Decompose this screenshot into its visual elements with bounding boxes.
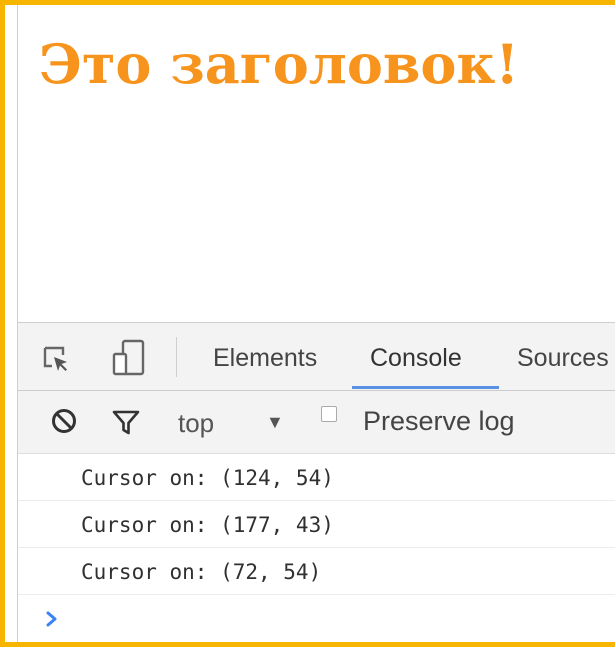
preserve-log-label[interactable]: Preserve log — [363, 406, 515, 436]
prompt-chevron-icon — [45, 609, 59, 629]
console-prompt[interactable] — [18, 595, 615, 642]
console-message: Cursor on: (124, 54) — [18, 454, 615, 501]
console-message-text: Cursor on: (124, 54) — [81, 466, 334, 490]
devtools-tab-bar: Elements Console Sources — [18, 323, 615, 391]
console-filter-bar: top ▼ Preserve log — [18, 391, 615, 454]
filter-icon[interactable] — [111, 407, 141, 437]
context-value: top — [178, 408, 215, 438]
tab-elements[interactable]: Elements — [213, 343, 317, 373]
clear-console-icon[interactable] — [50, 407, 78, 435]
inspect-element-icon[interactable] — [42, 345, 70, 373]
toolbar-divider — [176, 337, 177, 377]
console-message: Cursor on: (177, 43) — [18, 501, 615, 548]
active-tab-indicator — [352, 386, 499, 389]
devtools-panel: Elements Console Sources top ▼ Preserve … — [18, 322, 615, 642]
preserve-log-checkbox[interactable] — [321, 406, 337, 422]
chevron-down-icon: ▼ — [266, 412, 284, 432]
console-message: Cursor on: (72, 54) — [18, 548, 615, 595]
page-heading: Это заголовок! — [39, 32, 520, 96]
execution-context-select[interactable]: top ▼ — [178, 405, 298, 441]
browser-viewport: Это заголовок! Elements Console Sources … — [17, 5, 615, 642]
tab-sources[interactable]: Sources — [517, 343, 609, 373]
tab-console[interactable]: Console — [370, 343, 462, 373]
screenshot-frame: Это заголовок! Elements Console Sources … — [0, 0, 615, 647]
console-message-text: Cursor on: (72, 54) — [81, 560, 322, 584]
console-output: Cursor on: (124, 54) Cursor on: (177, 43… — [18, 454, 615, 642]
device-toolbar-icon[interactable] — [111, 339, 149, 377]
console-message-text: Cursor on: (177, 43) — [81, 513, 334, 537]
